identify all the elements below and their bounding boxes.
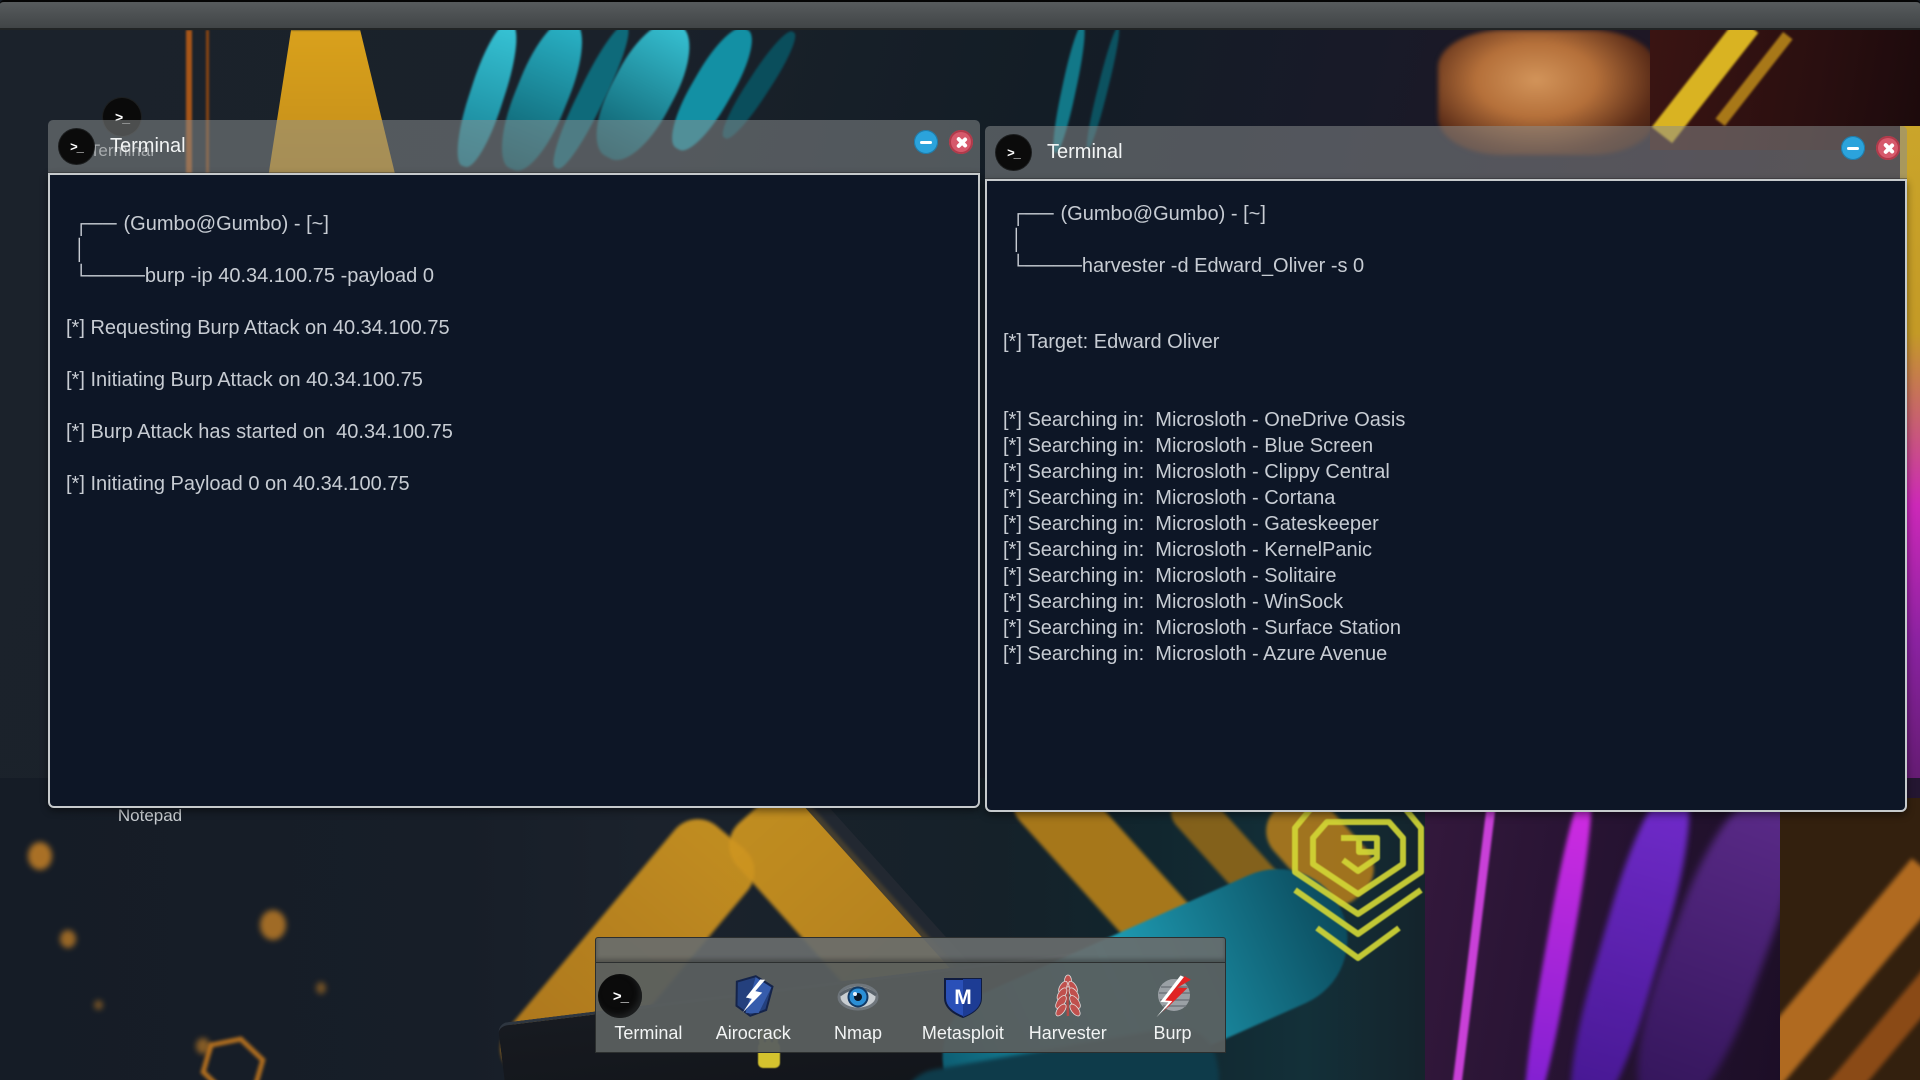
airocrack-shield-bolt-icon [731,974,775,1018]
taskbar: >_ Terminal Airocrack [595,937,1226,1053]
prompt-line: │ [1011,227,1891,253]
terminal-output: [*] Requesting Burp Attack on 40.34.100.… [66,315,964,497]
titlebar[interactable]: >_ Terminal [985,126,1907,179]
nmap-eye-icon [836,974,880,1018]
taskbar-handle [595,937,1226,963]
terminal-icon: >_ [996,135,1031,170]
terminal-output-line: [*] Requesting Burp Attack on 40.34.100.… [66,315,964,341]
close-button[interactable] [949,130,973,154]
search-line: [*] Searching in: Microsloth - Cortana [1003,485,1891,511]
minimize-button[interactable] [1841,136,1865,160]
command-line: └────burp -ip 40.34.100.75 -payload 0 [74,263,964,289]
minimize-button[interactable] [914,130,938,154]
terminal-icon: >_ [598,974,642,1018]
dock: >_ Terminal Airocrack [595,963,1226,1053]
dock-item-terminal[interactable]: >_ Terminal [598,974,698,1044]
dock-item-harvester[interactable]: Harvester [1018,974,1118,1044]
desktop-icon-label: Notepad [112,806,188,826]
command-line: └────harvester -d Edward_Oliver -s 0 [1011,253,1891,279]
target-line: [*] Target: Edward Oliver [1003,329,1891,355]
window-title: Terminal [110,135,186,158]
search-line: [*] Searching in: Microsloth - Surface S… [1003,615,1891,641]
search-line: [*] Searching in: Microsloth - Clippy Ce… [1003,459,1891,485]
harvester-wheat-icon [1046,974,1090,1018]
search-line: [*] Searching in: Microsloth - Gateskeep… [1003,511,1891,537]
terminal-output-line: [*] Initiating Burp Attack on 40.34.100.… [66,367,964,393]
terminal-output-line: [*] Burp Attack has started on 40.34.100… [66,419,964,445]
desktop: >_ Terminal Notepad >_ Terminal ┌──(Gumb… [0,0,1920,1080]
terminal-window-left: >_ Terminal ┌──(Gumbo@Gumbo) - [~] │ └──… [48,120,980,808]
dock-item-burp[interactable]: Burp [1123,974,1223,1044]
dock-item-metasploit[interactable]: M Metasploit [913,974,1013,1044]
search-line: [*] Searching in: Microsloth - Azure Ave… [1003,641,1891,667]
search-line: [*] Searching in: Microsloth - Solitaire [1003,563,1891,589]
terminal-icon: >_ [59,129,94,164]
search-line: [*] Searching in: Microsloth - KernelPan… [1003,537,1891,563]
svg-text:M: M [954,986,972,1009]
search-line: [*] Searching in: Microsloth - Blue Scre… [1003,433,1891,459]
search-line: [*] Searching in: Microsloth - WinSock [1003,589,1891,615]
dock-item-airocrack[interactable]: Airocrack [703,974,803,1044]
terminal-content[interactable]: ┌──(Gumbo@Gumbo) - [~] │ └────harvester … [985,179,1907,812]
terminal-output-line: [*] Initiating Payload 0 on 40.34.100.75 [66,471,964,497]
desktop-icon-notepad[interactable]: Notepad [112,806,188,826]
close-button[interactable] [1876,136,1900,160]
window-title: Terminal [1047,141,1123,164]
terminal-window-right: >_ Terminal ┌──(Gumbo@Gumbo) - [~] │ └──… [985,126,1907,812]
dock-item-nmap[interactable]: Nmap [808,974,908,1044]
search-results: [*] Searching in: Microsloth - OneDrive … [1003,407,1891,667]
metasploit-shield-icon: M [941,974,985,1018]
top-system-bar [0,0,1920,30]
search-line: [*] Searching in: Microsloth - OneDrive … [1003,407,1891,433]
terminal-content[interactable]: ┌──(Gumbo@Gumbo) - [~] │ └────burp -ip 4… [48,173,980,808]
burp-lightning-icon [1151,974,1195,1018]
prompt-line: ┌──(Gumbo@Gumbo) - [~] [1011,201,1891,227]
prompt-line: │ [74,237,964,263]
prompt-line: ┌──(Gumbo@Gumbo) - [~] [74,211,964,237]
titlebar[interactable]: >_ Terminal [48,120,980,173]
